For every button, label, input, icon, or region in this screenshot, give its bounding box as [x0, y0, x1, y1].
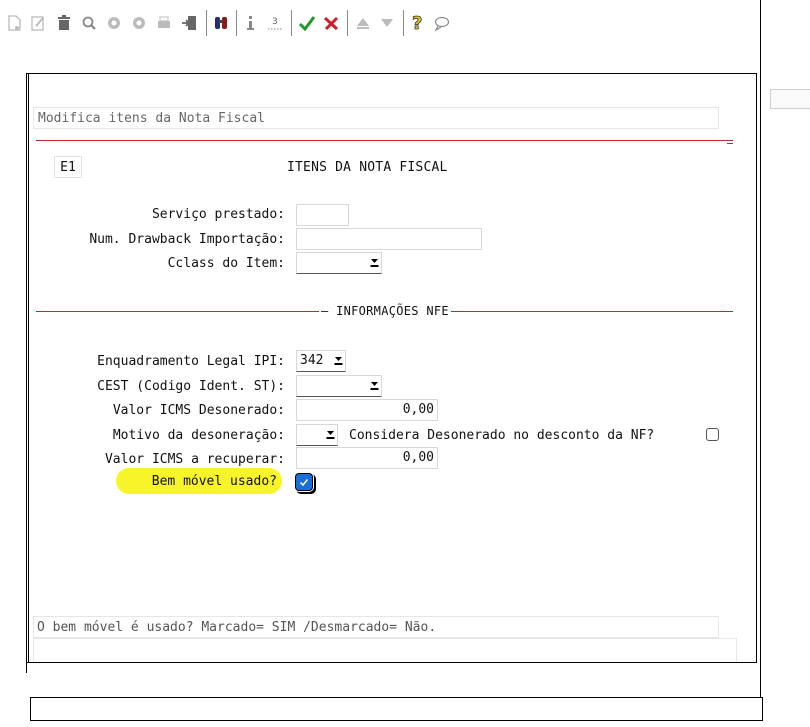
drawback-label: Num. Drawback Importação:: [89, 232, 285, 247]
drawback-input[interactable]: [296, 228, 482, 250]
servico-input[interactable]: [296, 204, 349, 226]
next-icon[interactable]: [128, 12, 150, 34]
icms-desonerado-input[interactable]: 0,00: [296, 399, 438, 421]
new-icon[interactable]: [3, 12, 25, 34]
panel-bottom-border: [26, 662, 757, 663]
cclass-label: Cclass do Item:: [167, 256, 285, 271]
toolbar: 3 ?: [0, 0, 762, 46]
down-icon[interactable]: [376, 12, 398, 34]
search-icon[interactable]: [78, 12, 100, 34]
enquadramento-select[interactable]: 342: [296, 350, 346, 372]
cancel-icon[interactable]: [320, 12, 342, 34]
sum-icon[interactable]: 3: [264, 12, 286, 34]
cclass-select[interactable]: [296, 252, 382, 274]
title-divider: [36, 140, 733, 141]
considera-label: Considera Desonerado no desconto da NF?: [349, 428, 655, 443]
status-field: [33, 638, 737, 662]
cest-select[interactable]: [296, 375, 382, 397]
side-scroll-box[interactable]: [770, 89, 810, 109]
servico-label: Serviço prestado:: [151, 207, 285, 222]
bem-movel-label: Bem móvel usado?: [151, 474, 277, 489]
enquadramento-value: 342: [300, 353, 324, 368]
considera-checkbox[interactable]: [706, 428, 719, 441]
section-dash-icon: —: [321, 304, 337, 318]
form-title: Modifica itens da Nota Fiscal: [33, 107, 719, 129]
panel-left-border-inner: [28, 73, 29, 663]
svg-text:3: 3: [272, 17, 278, 27]
bem-movel-checkbox[interactable]: [296, 474, 312, 490]
nfe-section-label: INFORMAÇÕES NFE: [336, 304, 449, 318]
help-icon[interactable]: ?: [407, 12, 429, 34]
confirm-icon[interactable]: [296, 12, 318, 34]
nfe-section-title: — INFORMAÇÕES NFE: [319, 304, 451, 318]
section-tick: [727, 311, 733, 312]
edit-icon[interactable]: [27, 12, 49, 34]
motivo-select[interactable]: [296, 424, 338, 446]
dropdown-arrow-icon[interactable]: [370, 257, 379, 269]
comment-icon[interactable]: [431, 12, 453, 34]
print-icon[interactable]: [153, 12, 175, 34]
form-header: ITENS DA NOTA FISCAL: [287, 160, 448, 175]
delete-icon[interactable]: [53, 12, 75, 34]
previous-icon[interactable]: [103, 12, 125, 34]
check-icon: [299, 479, 309, 487]
icms-recuperar-label: Valor ICMS a recuperar:: [104, 452, 285, 467]
svg-text:?: ?: [412, 13, 422, 33]
panel-top-border: [26, 73, 757, 74]
dropdown-arrow-icon[interactable]: [326, 429, 335, 441]
icms-desonerado-label: Valor ICMS Desonerado:: [112, 403, 285, 418]
panel-right-border: [756, 73, 757, 663]
cest-label: CEST (Codigo Ident. ST):: [97, 379, 285, 394]
form-code: E1: [54, 156, 82, 178]
find-icon[interactable]: [210, 12, 232, 34]
divider-tick: [727, 143, 733, 144]
exit-icon[interactable]: [178, 12, 200, 34]
bottom-status-bar: [30, 697, 763, 721]
up-icon[interactable]: [352, 12, 374, 34]
icms-recuperar-input[interactable]: 0,00: [296, 447, 438, 469]
dropdown-arrow-icon[interactable]: [370, 380, 379, 392]
dropdown-arrow-icon[interactable]: [334, 355, 343, 367]
help-text: O bem móvel é usado? Marcado= SIM /Desma…: [33, 616, 719, 638]
enquadramento-label: Enquadramento Legal IPI:: [97, 354, 285, 369]
panel-left-border: [26, 73, 27, 673]
window-right-border: [760, 0, 761, 700]
motivo-label: Motivo da desoneração:: [112, 428, 285, 443]
info-icon[interactable]: [240, 12, 262, 34]
